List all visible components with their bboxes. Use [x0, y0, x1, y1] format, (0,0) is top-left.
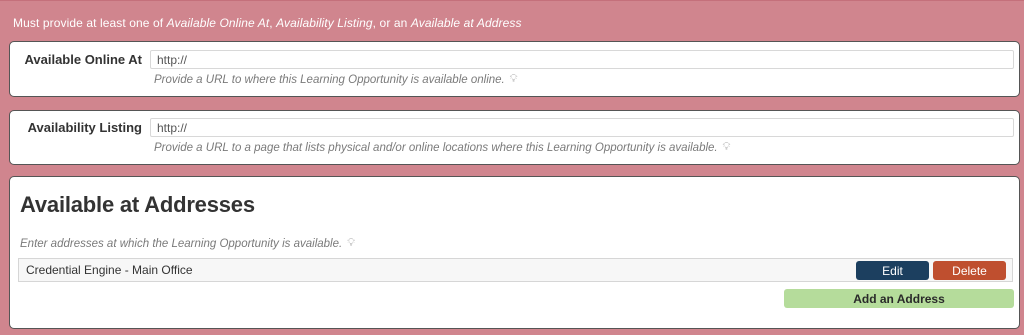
- notice-separator: , or an: [372, 16, 411, 30]
- notice-item-listing: Availability Listing: [276, 16, 373, 30]
- available-online-label: Available Online At: [24, 52, 142, 67]
- add-address-button[interactable]: Add an Address: [784, 289, 1014, 308]
- hint-icon[interactable]: 💡︎: [510, 73, 518, 86]
- addresses-help-text: Enter addresses at which the Learning Op…: [20, 238, 343, 250]
- availability-listing-label: Availability Listing: [27, 120, 142, 135]
- notice-prefix: Must provide at least one of: [13, 16, 167, 30]
- availability-listing-input[interactable]: [150, 118, 1014, 137]
- available-at-addresses-card: Available at Addresses Enter addresses a…: [9, 176, 1020, 329]
- availability-listing-help: Provide a URL to a page that lists physi…: [154, 141, 730, 154]
- notice-item-online: Available Online At: [166, 16, 270, 30]
- hint-icon[interactable]: 💡︎: [723, 141, 731, 154]
- address-list-item: Credential Engine - Main Office Edit Del…: [18, 258, 1013, 282]
- available-online-input[interactable]: [150, 50, 1014, 69]
- delete-address-button[interactable]: Delete: [933, 261, 1006, 280]
- edit-address-button[interactable]: Edit: [856, 261, 929, 280]
- availability-error-panel: Must provide at least one of Available O…: [0, 0, 1024, 335]
- availability-listing-card: Availability Listing Provide a URL to a …: [9, 110, 1020, 165]
- available-online-help-text: Provide a URL to where this Learning Opp…: [154, 74, 505, 86]
- section-title: Available at Addresses: [20, 192, 255, 217]
- available-online-card: Available Online At Provide a URL to whe…: [9, 41, 1020, 97]
- requirement-notice: Must provide at least one of Available O…: [13, 16, 522, 30]
- availability-listing-help-text: Provide a URL to a page that lists physi…: [154, 142, 718, 154]
- available-online-help: Provide a URL to where this Learning Opp…: [154, 73, 517, 86]
- notice-item-address: Available at Address: [410, 16, 522, 30]
- address-name: Credential Engine - Main Office: [26, 263, 193, 277]
- hint-icon[interactable]: 💡︎: [347, 237, 355, 250]
- addresses-help: Enter addresses at which the Learning Op…: [20, 237, 355, 250]
